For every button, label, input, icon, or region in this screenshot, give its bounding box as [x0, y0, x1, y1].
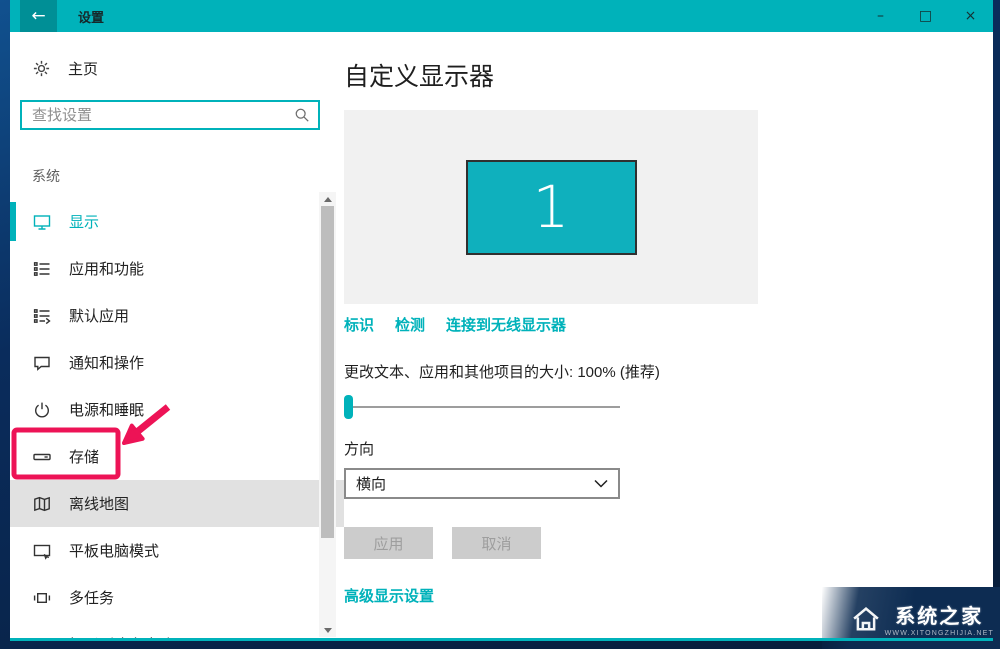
sidebar-item-label: 主页: [68, 58, 98, 79]
scrollbar-down-icon[interactable]: [319, 623, 336, 637]
slider-track[interactable]: [344, 406, 620, 408]
slider-thumb[interactable]: [344, 395, 353, 419]
orientation-label: 方向: [344, 438, 993, 459]
sidebar-item-label: 多任务: [69, 587, 114, 608]
watermark-text: 系统之家 WWW.XITONGZHIJIA.NET: [885, 600, 994, 637]
sidebar-item-power-sleep[interactable]: 电源和睡眠: [10, 386, 344, 433]
storage-icon: [32, 447, 52, 467]
cancel-button[interactable]: 取消: [452, 527, 541, 559]
sidebar-item-label: 平板电脑模式: [69, 540, 159, 561]
advanced-display-settings-link[interactable]: 高级显示设置: [344, 585, 434, 606]
sidebar-item-home[interactable]: 主页: [32, 58, 344, 79]
desktop-background: ← 设置 – □ × 主页: [0, 0, 1000, 649]
monitor-number: 1: [533, 178, 570, 236]
sidebar-item-multitasking[interactable]: 多任务: [10, 574, 344, 621]
sidebar-item-tablet-mode[interactable]: 平板电脑模式: [10, 527, 344, 574]
sidebar-item-label: 离线地图: [69, 493, 129, 514]
titlebar: ← 设置 – □ ×: [10, 0, 993, 32]
scale-slider[interactable]: [344, 395, 620, 419]
scrollbar-up-icon[interactable]: [319, 192, 336, 206]
sidebar-item-project-pc[interactable]: 投影到这台电脑: [10, 621, 344, 638]
sidebar-item-apps-features[interactable]: 应用和功能: [10, 245, 344, 292]
sidebar-item-storage[interactable]: 存储: [10, 433, 344, 480]
sidebar-item-display[interactable]: 显示: [10, 198, 344, 245]
display-preview-panel: 1: [344, 110, 758, 304]
selected-indicator: [10, 202, 16, 241]
apps-features-icon: [32, 259, 52, 279]
sidebar-item-label: 显示: [69, 211, 99, 232]
display-icon: [32, 212, 52, 232]
display-links-row: 标识 检测 连接到无线显示器: [344, 314, 993, 335]
sidebar-section-label: 系统: [32, 166, 344, 186]
sidebar-item-label: 存储: [69, 446, 99, 467]
offline-maps-icon: [32, 494, 52, 514]
settings-window: ← 设置 – □ × 主页: [10, 0, 993, 638]
notifications-icon: [32, 353, 52, 373]
watermark-title: 系统之家: [895, 600, 983, 629]
back-arrow-icon: ←: [31, 8, 45, 25]
orientation-dropdown[interactable]: 横向: [344, 468, 620, 499]
multitasking-icon: [32, 588, 52, 608]
monitor-1[interactable]: 1: [466, 160, 637, 255]
tablet-mode-icon: [32, 541, 52, 561]
window-bottom-border: [10, 638, 993, 641]
house-logo-icon: [851, 603, 881, 633]
back-button[interactable]: ←: [20, 0, 57, 32]
power-sleep-icon: [32, 400, 52, 420]
sidebar-nav: 显示 应用和功能: [10, 198, 344, 638]
watermark-subtitle: WWW.XITONGZHIJIA.NET: [885, 630, 994, 637]
page-title: 自定义显示器: [344, 57, 993, 93]
search-input[interactable]: [22, 102, 294, 128]
search-icon[interactable]: [294, 107, 310, 123]
action-buttons: 应用 取消: [344, 527, 993, 559]
sidebar-item-label: 应用和功能: [69, 258, 144, 279]
minimize-button[interactable]: –: [858, 0, 903, 32]
main-panel: 自定义显示器 1 标识 检测 连接到无线显示器 更改文本、应用和其他项目的大小:…: [344, 32, 993, 638]
connect-wireless-display-link[interactable]: 连接到无线显示器: [446, 314, 566, 335]
apply-button[interactable]: 应用: [344, 527, 433, 559]
sidebar-item-notifications[interactable]: 通知和操作: [10, 339, 344, 386]
sidebar-item-default-apps[interactable]: 默认应用: [10, 292, 344, 339]
window-title: 设置: [78, 7, 104, 26]
sidebar: 主页 系统: [10, 32, 344, 638]
identify-link[interactable]: 标识: [344, 314, 374, 335]
scrollbar-thumb[interactable]: [321, 206, 334, 538]
orientation-value: 横向: [356, 473, 386, 494]
gear-icon: [32, 59, 51, 78]
search-box: [20, 100, 320, 130]
maximize-button[interactable]: □: [903, 0, 948, 32]
chevron-down-icon: [594, 479, 608, 488]
window-content: 主页 系统: [10, 32, 993, 638]
detect-link[interactable]: 检测: [395, 314, 425, 335]
window-controls: – □ ×: [858, 0, 993, 32]
default-apps-icon: [32, 306, 52, 326]
sidebar-item-label: 默认应用: [69, 305, 129, 326]
sidebar-scrollbar[interactable]: [319, 192, 336, 637]
scale-label: 更改文本、应用和其他项目的大小: 100% (推荐): [344, 361, 993, 382]
sidebar-item-label: 电源和睡眠: [69, 399, 144, 420]
close-button[interactable]: ×: [948, 0, 993, 32]
sidebar-item-label: 通知和操作: [69, 352, 144, 373]
sidebar-item-offline-maps[interactable]: 离线地图: [10, 480, 344, 527]
